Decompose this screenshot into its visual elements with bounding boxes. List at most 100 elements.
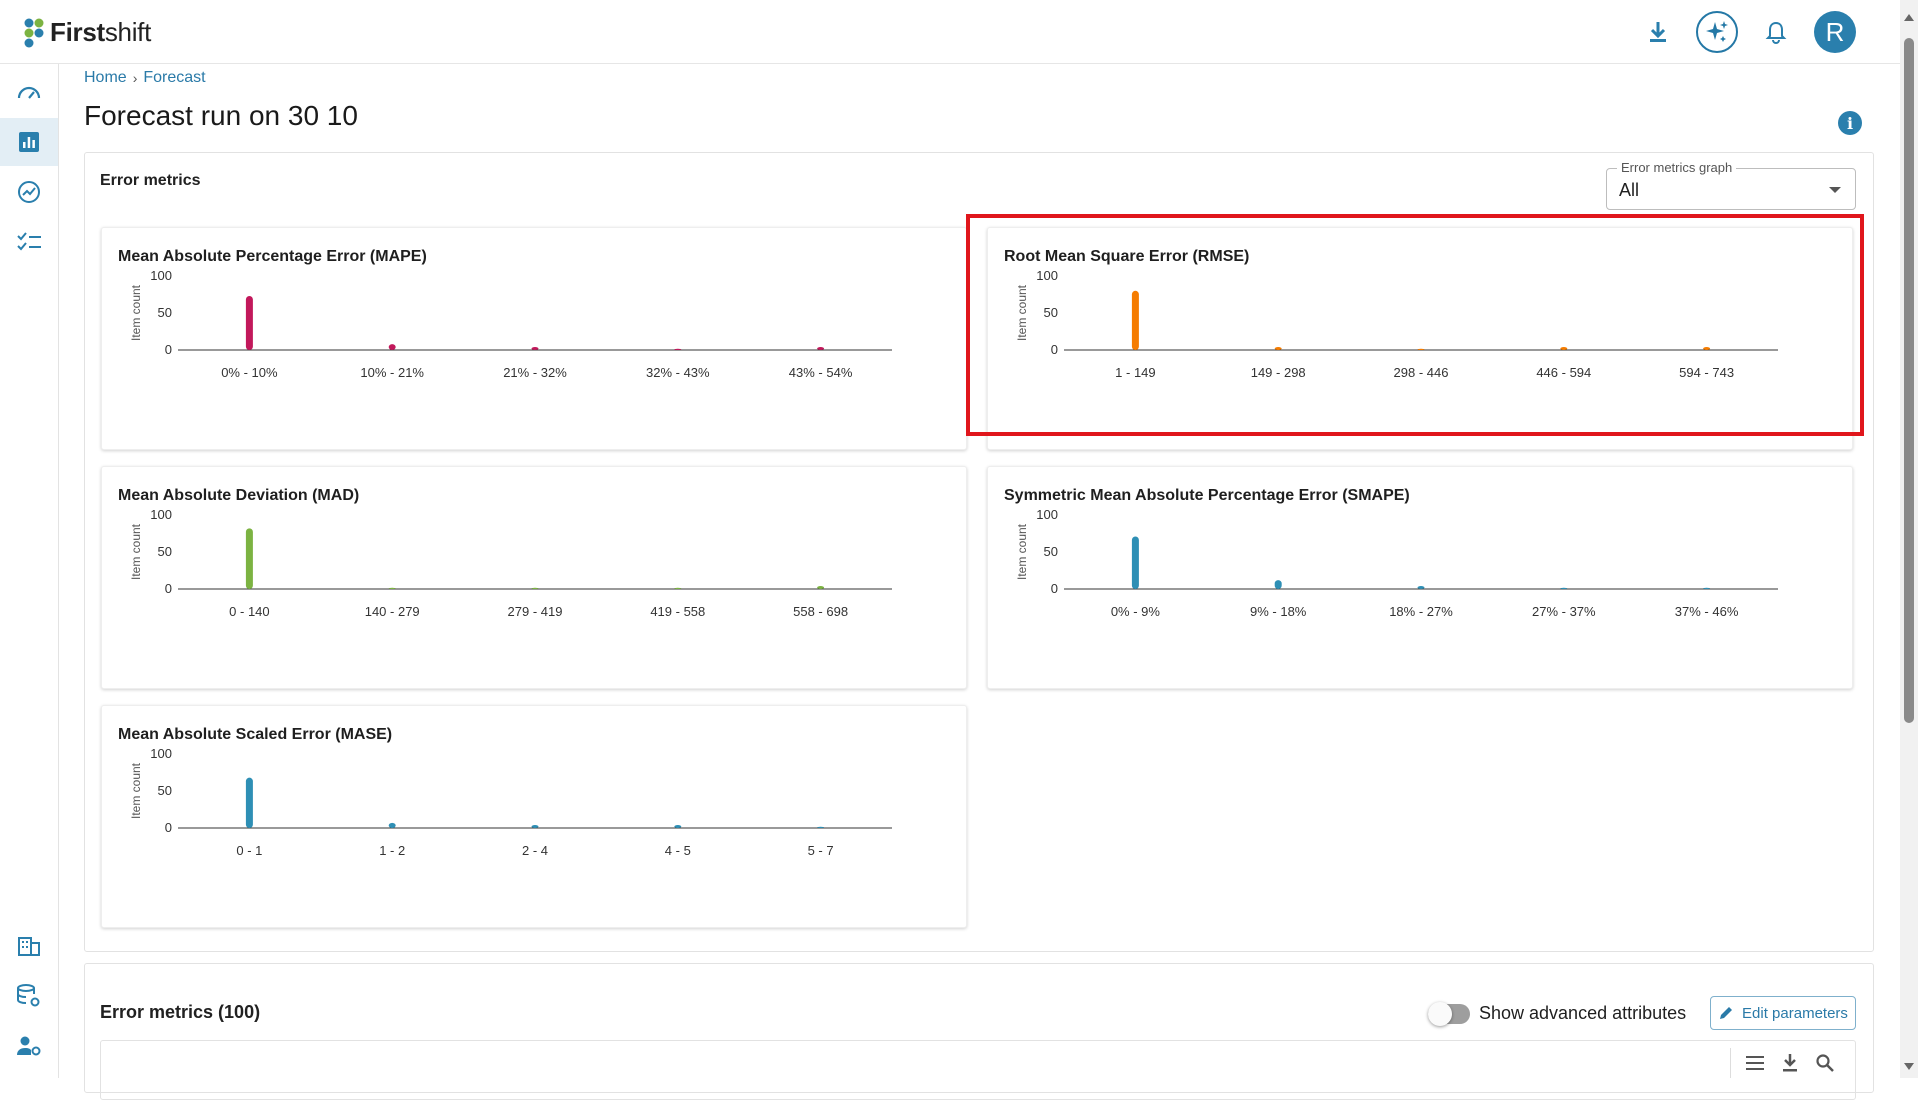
bar[interactable]	[245, 777, 253, 828]
bar[interactable]	[674, 348, 682, 350]
chart-svg: Item count 100 50 0 0 - 140 140 - 279 279 - 41…	[129, 507, 892, 619]
x-tick-label: 0% - 9%	[1111, 604, 1161, 619]
sidebar-item-tasks[interactable]	[0, 218, 58, 266]
bar[interactable]	[531, 587, 539, 589]
page-title: Forecast run on 30 10	[84, 100, 358, 131]
x-tick-label: 10% - 21%	[360, 365, 424, 380]
top-bar: Firstshift R	[0, 0, 1900, 64]
bar[interactable]	[245, 295, 253, 350]
bar[interactable]	[1417, 348, 1425, 350]
x-tick-label: 558 - 698	[793, 604, 848, 619]
ai-sparkle-icon[interactable]	[1696, 11, 1738, 53]
sidebar-item-forecast[interactable]	[0, 118, 58, 166]
bar[interactable]	[388, 344, 396, 350]
x-tick-label: 43% - 54%	[789, 365, 853, 380]
bar[interactable]	[1560, 587, 1568, 589]
bar[interactable]	[1703, 347, 1711, 350]
sidebar-item-dashboard[interactable]	[0, 68, 58, 116]
edit-parameters-button[interactable]: Edit parameters	[1710, 996, 1856, 1030]
scroll-up-icon[interactable]	[1904, 14, 1914, 21]
error-metrics-graph-select[interactable]: Error metrics graph All	[1606, 160, 1856, 210]
x-tick-label: 140 - 279	[365, 604, 420, 619]
bar[interactable]	[674, 587, 682, 589]
toggle-knob	[1428, 1002, 1452, 1026]
error-metrics-table	[100, 1040, 1856, 1100]
y-tick-label: 0	[165, 342, 172, 357]
sidebar-item-user-settings[interactable]	[0, 1022, 58, 1070]
y-tick-label: 50	[1044, 544, 1058, 559]
x-tick-label: 279 - 419	[508, 604, 563, 619]
scroll-down-icon[interactable]	[1904, 1063, 1914, 1070]
x-tick-label: 21% - 32%	[503, 365, 567, 380]
advanced-attributes-toggle[interactable]	[1428, 1002, 1470, 1026]
bar[interactable]	[817, 347, 825, 350]
x-tick-label: 1 - 2	[379, 843, 405, 858]
x-tick-label: 1 - 149	[1115, 365, 1155, 380]
mape-chart-card: Mean Absolute Percentage Error (MAPE) It…	[101, 227, 967, 450]
y-tick-label: 50	[158, 544, 172, 559]
y-axis-label: Item count	[1015, 284, 1029, 341]
select-value: All	[1619, 180, 1640, 200]
error-metrics-table-title: Error metrics (100)	[100, 1002, 261, 1022]
firstshift-logo[interactable]: Firstshift	[22, 16, 151, 48]
search-icon[interactable]	[1815, 1053, 1835, 1073]
bar[interactable]	[531, 347, 539, 350]
scroll-thumb[interactable]	[1904, 38, 1914, 723]
bar[interactable]	[388, 822, 396, 828]
y-tick-label: 50	[1044, 305, 1058, 320]
bar[interactable]	[1417, 586, 1425, 589]
info-icon[interactable]: i	[1838, 111, 1862, 135]
checklist-icon	[17, 232, 41, 251]
error-metrics-title: Error metrics	[100, 172, 201, 189]
y-tick-label: 100	[150, 746, 172, 761]
smape-chart-card: Symmetric Mean Absolute Percentage Error…	[987, 466, 1853, 689]
x-tick-label: 2 - 4	[522, 843, 548, 858]
y-tick-label: 0	[1051, 342, 1058, 357]
breadcrumb-home[interactable]: Home	[84, 69, 127, 87]
table-toolbar	[1730, 1048, 1835, 1078]
chart-svg: Item count 100 50 0 0 - 1 1 - 2 2 - 4 4 - 5 5 - …	[129, 746, 892, 858]
x-tick-label: 0% - 10%	[221, 365, 278, 380]
x-tick-label: 0 - 1	[236, 843, 262, 858]
bar[interactable]	[1560, 347, 1568, 350]
bell-icon[interactable]	[1756, 10, 1796, 54]
bar[interactable]	[1274, 580, 1282, 589]
sidebar-item-organization[interactable]	[0, 922, 58, 970]
download-icon[interactable]	[1638, 10, 1678, 54]
dashboard-gauge-icon	[17, 86, 41, 99]
bar[interactable]	[674, 825, 682, 828]
bar-chart-icon	[19, 132, 39, 152]
columns-menu-icon[interactable]	[1745, 1054, 1765, 1072]
avatar[interactable]: R	[1814, 11, 1856, 53]
bar[interactable]	[245, 528, 253, 589]
breadcrumb: Home › Forecast	[84, 69, 206, 87]
y-tick-label: 100	[150, 507, 172, 522]
sidebar-item-trends[interactable]	[0, 168, 58, 216]
y-tick-label: 100	[1036, 507, 1058, 522]
bar[interactable]	[1274, 347, 1282, 350]
x-tick-label: 5 - 7	[808, 843, 834, 858]
x-tick-label: 32% - 43%	[646, 365, 710, 380]
y-axis-label: Item count	[129, 762, 143, 819]
page-scrollbar[interactable]	[1900, 0, 1918, 1078]
bar[interactable]	[1131, 290, 1139, 350]
bar[interactable]	[817, 826, 825, 828]
bar[interactable]	[1131, 536, 1139, 589]
table-download-icon[interactable]	[1781, 1053, 1799, 1073]
bar[interactable]	[388, 587, 396, 589]
chart-svg: Item count 100 50 0 0% - 9% 9% - 18% 18% - 27%…	[1015, 507, 1778, 619]
y-tick-label: 0	[165, 820, 172, 835]
breadcrumb-forecast[interactable]: Forecast	[143, 69, 205, 87]
chart-svg: Item count 100 50 0 1 - 149 149 - 298 298 - 44…	[1015, 268, 1778, 380]
bar[interactable]	[817, 586, 825, 589]
sidebar	[0, 64, 59, 1078]
mase-chart-card: Mean Absolute Scaled Error (MASE) Item c…	[101, 705, 967, 928]
x-tick-label: 27% - 37%	[1532, 604, 1596, 619]
bar[interactable]	[531, 825, 539, 828]
bar[interactable]	[1703, 587, 1711, 589]
sidebar-item-data-settings[interactable]	[0, 972, 58, 1020]
x-tick-label: 149 - 298	[1251, 365, 1306, 380]
database-settings-icon	[17, 984, 40, 1007]
firstshift-logo-icon	[24, 18, 44, 48]
x-tick-label: 594 - 743	[1679, 365, 1734, 380]
